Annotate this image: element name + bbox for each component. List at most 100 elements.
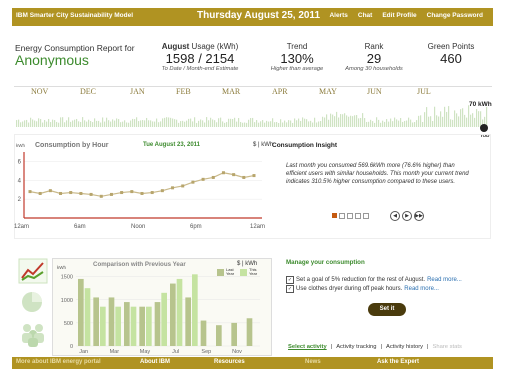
data-point — [252, 174, 256, 178]
timeline-bar — [142, 120, 144, 127]
manage-title: Manage your consumption — [286, 259, 365, 266]
timeline-bar — [122, 121, 124, 127]
bar — [161, 292, 167, 346]
timeline-bar — [432, 121, 434, 127]
x-tick: Jul — [172, 349, 179, 354]
timeline-bar — [288, 120, 290, 127]
edit-profile-link[interactable]: Edit Profile — [382, 12, 416, 19]
alerts-link[interactable]: Alerts — [329, 12, 347, 19]
page-dot-active[interactable] — [332, 213, 337, 218]
data-point — [191, 180, 195, 184]
timeline-bar — [304, 118, 306, 127]
usage-timeline[interactable]: NOV DEC JAN FEB MAR APR MAY JUN JUL 70 k… — [14, 86, 492, 138]
rank-value: 29 — [366, 51, 382, 66]
timeline-bar — [316, 122, 318, 127]
x-tick: May — [140, 349, 151, 354]
timeline-bar — [422, 121, 424, 127]
bar — [84, 288, 91, 346]
pie-chart-icon[interactable] — [20, 290, 46, 314]
timeline-bar — [416, 120, 418, 127]
timeline-bar — [324, 117, 326, 127]
insight-controls: ◀ ▶ ▶▶ — [390, 211, 424, 221]
next-icon[interactable]: ▶▶ — [414, 211, 424, 221]
data-point — [211, 175, 215, 179]
timeline-bar — [18, 119, 20, 127]
usage-value: 1598 / 2154 — [165, 51, 235, 66]
footer-link-expert[interactable]: Ask the Expert — [377, 359, 419, 365]
x-tick: Sep — [201, 349, 211, 354]
page-dot[interactable] — [355, 213, 361, 219]
page-dot[interactable] — [363, 213, 369, 219]
bar — [185, 297, 191, 346]
timeline-bar — [284, 120, 286, 127]
tab-activity-tracking[interactable]: Activity tracking — [336, 344, 376, 350]
footer-link-news[interactable]: News — [305, 359, 321, 365]
set-it-button[interactable]: Set it — [368, 303, 406, 316]
footer-link-resources[interactable]: Resources — [214, 359, 245, 365]
timeline-bar — [332, 114, 334, 127]
timeline-bar — [76, 118, 78, 127]
page-dot[interactable] — [347, 213, 353, 219]
green-points-stat: Green Points 460 — [416, 42, 486, 66]
timeline-bar — [194, 117, 196, 127]
timeline-bar — [166, 117, 168, 127]
timeline-bar — [428, 116, 430, 127]
timeline-bar — [30, 117, 32, 127]
timeline-bar — [136, 117, 138, 127]
month-label: NOV — [31, 87, 49, 96]
footer-link-portal[interactable]: More about IBM energy portal — [16, 359, 101, 365]
today-marker[interactable] — [480, 124, 488, 132]
timeline-bar — [178, 122, 180, 127]
timeline-bar — [380, 122, 382, 127]
timeline-bar — [96, 120, 98, 127]
timeline-bar — [164, 117, 166, 127]
trend-sub: Higher than average — [270, 66, 324, 72]
bar — [200, 320, 207, 346]
timeline-bar — [458, 116, 460, 127]
timeline-bar — [260, 121, 262, 127]
month-label: JUL — [417, 87, 431, 96]
line-chart-icon[interactable] — [18, 258, 48, 284]
read-more-link[interactable]: Read more... — [427, 277, 462, 283]
timeline-bar — [110, 121, 112, 127]
timeline-bar — [476, 109, 478, 127]
timeline-bar — [430, 116, 432, 127]
tab-share-stats[interactable]: Share stats — [433, 344, 462, 350]
activity-tabs: Select activity | Activity tracking | Ac… — [288, 344, 462, 350]
y-tick: 1500 — [61, 275, 73, 281]
bar — [231, 322, 237, 346]
timeline-bar — [152, 121, 154, 127]
timeline-bar — [344, 113, 346, 127]
header-bar: IBM Smarter City Sustainability Model Th… — [12, 8, 493, 26]
previous-icon[interactable]: ◀ — [390, 211, 400, 221]
checkbox[interactable]: ✓ — [286, 276, 294, 284]
tab-select-activity[interactable]: Select activity — [288, 344, 327, 350]
play-icon[interactable]: ▶ — [402, 211, 412, 221]
timeline-bar — [286, 122, 288, 127]
timeline-bar — [192, 121, 194, 127]
timeline-bar — [114, 120, 116, 127]
page-dot[interactable] — [339, 213, 345, 219]
timeline-bar — [270, 121, 272, 127]
read-more-link[interactable]: Read more... — [404, 286, 439, 292]
community-icon[interactable] — [18, 320, 48, 348]
timeline-bar — [308, 121, 310, 127]
footer-link-about[interactable]: About IBM — [140, 359, 170, 365]
timeline-bar — [254, 122, 256, 127]
change-password-link[interactable]: Change Password — [427, 12, 483, 19]
timeline-bar — [170, 117, 172, 127]
bar — [78, 278, 84, 346]
tab-activity-history[interactable]: Activity history — [386, 344, 423, 350]
bar — [115, 306, 121, 346]
timeline-bar — [176, 119, 178, 127]
x-tick: Mar — [110, 349, 120, 354]
checkbox[interactable]: ✓ — [286, 285, 294, 293]
timeline-bar — [336, 111, 338, 127]
timeline-bar — [450, 119, 452, 127]
tab-separator: | — [380, 344, 382, 350]
timeline-bar — [402, 121, 404, 127]
chat-link[interactable]: Chat — [358, 12, 372, 19]
timeline-bar — [94, 118, 96, 127]
current-date: Thursday August 25, 2011 — [197, 10, 321, 21]
timeline-bar — [210, 117, 212, 127]
